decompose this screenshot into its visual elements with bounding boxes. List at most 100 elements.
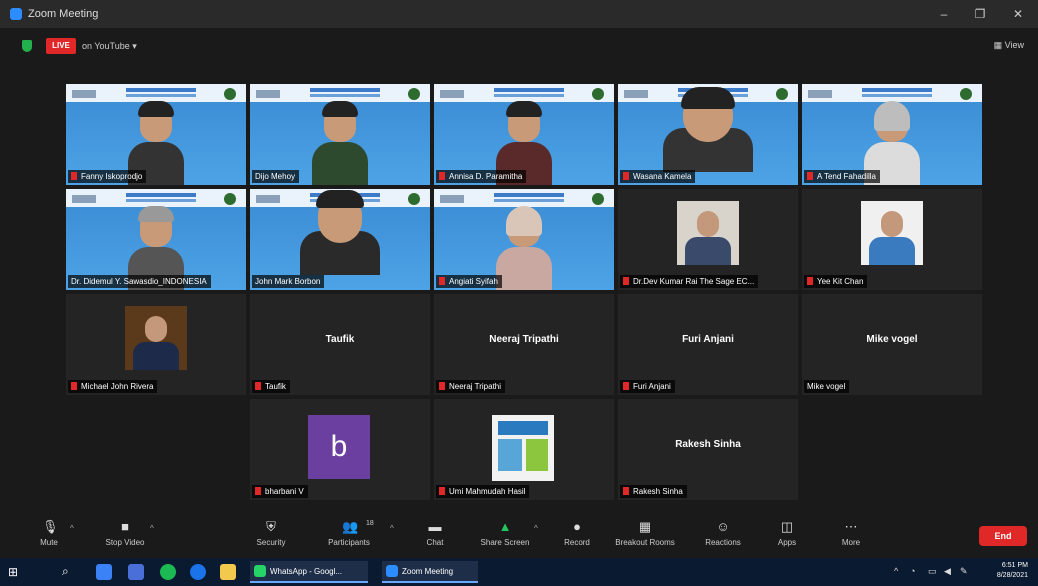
store-icon[interactable] <box>128 564 144 580</box>
participant-tile[interactable]: A Tend Fahadilla <box>802 84 982 185</box>
muted-mic-icon <box>255 382 261 390</box>
tray-chevron-icon[interactable]: ^ <box>894 566 898 576</box>
close-button[interactable]: ✕ <box>1008 6 1028 22</box>
zoom-app-icon <box>10 8 22 20</box>
participants-icon: 👥 <box>342 519 359 534</box>
participant-video <box>496 206 552 290</box>
participant-name: Dr.Dev Kumar Rai The Sage EC... <box>620 275 759 288</box>
participant-name: Umi Mahmudah Hasil <box>436 485 530 498</box>
stop-video-button[interactable]: ■ Stop Video <box>94 518 156 556</box>
participant-tile[interactable]: Furi Anjani Furi Anjani <box>618 294 798 395</box>
participant-tile-active-speaker[interactable]: John Mark Borbon <box>250 189 430 290</box>
live-badge[interactable]: LIVE <box>46 38 76 54</box>
taskbar-zoom-meeting[interactable]: Zoom Meeting <box>382 561 478 583</box>
participant-tile[interactable]: Taufik Taufik <box>250 294 430 395</box>
participant-name: Dijo Mehoy <box>252 170 300 183</box>
participant-tile[interactable]: Annisa D. Paramitha <box>434 84 614 185</box>
meeting-topbar: LIVE on YouTube ▾ ▦ View <box>0 28 1038 64</box>
restore-button[interactable]: ❐ <box>970 6 990 22</box>
muted-mic-icon <box>439 487 445 495</box>
participant-display-name: Taufik <box>325 334 355 345</box>
participant-tile[interactable]: b bharbani V <box>250 399 430 500</box>
chrome-icon[interactable] <box>160 564 176 580</box>
participant-video <box>663 87 753 172</box>
participant-tile[interactable]: Neeraj Tripathi Neeraj Tripathi <box>434 294 614 395</box>
windows-start-icon[interactable]: ⊞ <box>8 565 22 579</box>
video-options-caret[interactable]: ^ <box>150 524 154 533</box>
shield-icon: ⛨ <box>266 519 276 534</box>
share-screen-button[interactable]: ▲ Share Screen <box>474 518 536 556</box>
muted-mic-icon <box>71 172 77 180</box>
chat-bubble-icon: ▬ <box>428 519 442 534</box>
record-icon: ● <box>573 519 581 534</box>
edge-icon[interactable] <box>190 564 206 580</box>
muted-mic-icon <box>623 172 629 180</box>
participant-tile[interactable]: Mike vogel Mike vogel <box>802 294 982 395</box>
participant-name: Yee Kit Chan <box>804 275 868 288</box>
taskbar-whatsapp[interactable]: WhatsApp - Googl... <box>250 561 368 583</box>
taskbar-clock[interactable]: 6:51 PM 8/28/2021 <box>996 561 1028 581</box>
participant-profile-photo <box>125 306 187 370</box>
reactions-button[interactable]: ☺ Reactions <box>692 518 754 556</box>
video-camera-icon: ■ <box>121 519 129 534</box>
battery-icon[interactable]: ▭ <box>928 566 937 577</box>
muted-mic-icon <box>255 487 261 495</box>
muted-mic-icon <box>71 382 77 390</box>
network-icon[interactable]: ◔ <box>910 566 915 576</box>
participant-tile[interactable]: Dr.Dev Kumar Rai The Sage EC... <box>618 189 798 290</box>
zoom-icon <box>386 565 398 577</box>
security-shield-icon[interactable] <box>22 40 32 52</box>
participants-count: 18 <box>366 520 374 527</box>
participant-display-name: Furi Anjani <box>682 334 734 345</box>
more-button[interactable]: ⋯ More <box>820 518 882 556</box>
share-options-caret[interactable]: ^ <box>534 524 538 533</box>
record-button[interactable]: ● Record <box>546 518 608 556</box>
participant-name: Rakesh Sinha <box>620 485 687 498</box>
participant-video <box>312 101 368 185</box>
apps-icon: ◫ <box>780 519 794 534</box>
participant-tile[interactable]: Umi Mahmudah Hasil <box>434 399 614 500</box>
microphone-icon: 🎙 <box>42 519 59 534</box>
end-meeting-button[interactable]: End <box>979 526 1027 546</box>
security-button[interactable]: ⛨ Security <box>240 518 302 556</box>
view-button[interactable]: ▦ View <box>994 40 1024 51</box>
audio-options-caret[interactable]: ^ <box>70 524 74 533</box>
minimize-button[interactable]: – <box>934 6 954 22</box>
chat-button[interactable]: ▬ Chat <box>404 518 466 556</box>
task-view-icon[interactable] <box>96 564 112 580</box>
muted-mic-icon <box>623 487 629 495</box>
gallery-view: Fanny Iskoprodjo Dijo Mehoy Annisa D. Pa… <box>0 64 1038 514</box>
participant-display-name: Neeraj Tripathi <box>489 334 559 345</box>
meeting-controls: 🎙 Mute ^ ■ Stop Video ^ ⛨ Security 👥 Par… <box>0 514 1038 558</box>
title-bar: Zoom Meeting – ❐ ✕ <box>0 0 1038 28</box>
muted-mic-icon <box>623 277 629 285</box>
breakout-rooms-button[interactable]: ▦ Breakout Rooms <box>614 518 676 556</box>
streaming-dropdown[interactable]: on YouTube ▾ <box>82 38 137 54</box>
participant-name: Furi Anjani <box>620 380 675 393</box>
participant-tile[interactable]: Rakesh Sinha Rakesh Sinha <box>618 399 798 500</box>
participant-name: Fanny Iskoprodjo <box>68 170 147 183</box>
participants-options-caret[interactable]: ^ <box>390 524 394 533</box>
participant-name: Annisa D. Paramitha <box>436 170 527 183</box>
windows-taskbar: ⊞ ⌕ WhatsApp - Googl... Zoom Meeting ^ ◔… <box>0 558 1038 586</box>
pen-icon[interactable]: ✎ <box>960 566 968 577</box>
participant-tile[interactable]: Dr. Didemul Y. Sawasdio_INDONESIA <box>66 189 246 290</box>
muted-mic-icon <box>623 382 629 390</box>
apps-button[interactable]: ◫ Apps <box>756 518 818 556</box>
participant-tile[interactable]: Michael John Rivera <box>66 294 246 395</box>
volume-icon[interactable]: ◀ <box>944 566 951 577</box>
participant-tile[interactable]: Angiati Syifah <box>434 189 614 290</box>
participant-name: Mike vogel <box>804 380 850 393</box>
muted-mic-icon <box>807 277 813 285</box>
participant-tile[interactable]: Fanny Iskoprodjo <box>66 84 246 185</box>
participant-tile[interactable]: Dijo Mehoy <box>250 84 430 185</box>
file-explorer-icon[interactable] <box>220 564 236 580</box>
participant-profile-poster <box>492 415 554 481</box>
participant-profile-photo <box>861 201 923 265</box>
reactions-smiley-icon: ☺ <box>716 519 730 534</box>
participant-name: Michael John Rivera <box>68 380 158 393</box>
participant-tile[interactable]: Yee Kit Chan <box>802 189 982 290</box>
search-icon[interactable]: ⌕ <box>62 564 69 579</box>
participant-tile[interactable]: Wasana Kamela <box>618 84 798 185</box>
participant-name: Dr. Didemul Y. Sawasdio_INDONESIA <box>68 275 211 288</box>
